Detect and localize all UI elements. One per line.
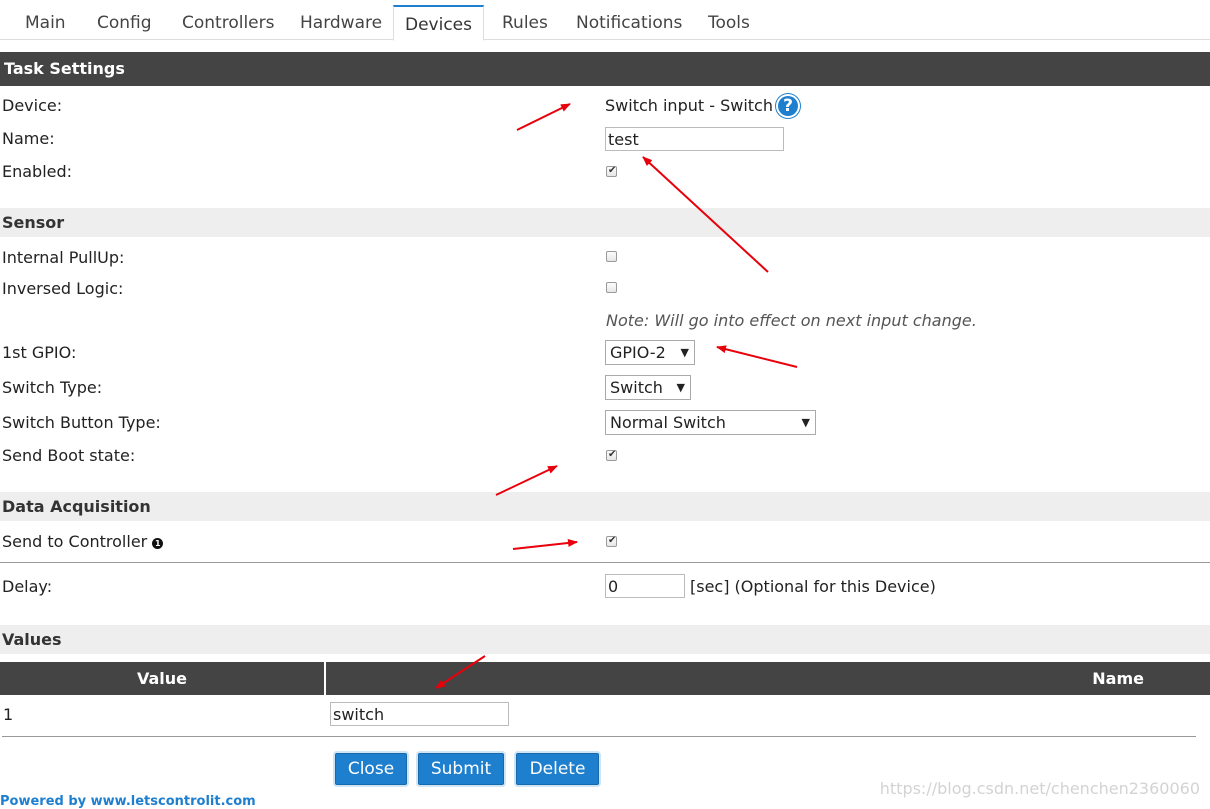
tab-bar: Main Config Controllers Hardware Devices… <box>0 0 1210 41</box>
enabled-checkbox[interactable]: ✔ <box>606 165 617 177</box>
tab-hardware[interactable]: Hardware <box>300 0 382 40</box>
tab-rules[interactable]: Rules <box>502 0 548 40</box>
gpio-select-value: GPIO-2 <box>610 343 666 362</box>
help-icon[interactable]: ? <box>776 94 800 118</box>
gpio-label: 1st GPIO: <box>2 343 77 362</box>
watermark: https://blog.csdn.net/chenchen2360060 <box>879 779 1200 798</box>
enabled-label: Enabled: <box>2 162 73 181</box>
chevron-down-icon: ▼ <box>801 416 810 429</box>
name-label: Name: <box>2 129 55 148</box>
send-boot-state-label: Send Boot state: <box>2 446 136 465</box>
device-value: Switch input - Switch <box>605 96 773 115</box>
name-column-header: Name <box>326 662 1210 695</box>
tab-config[interactable]: Config <box>97 0 152 40</box>
device-label: Device: <box>2 96 63 115</box>
delete-button[interactable]: Delete <box>516 753 599 785</box>
tab-notifications[interactable]: Notifications <box>576 0 682 40</box>
submit-button[interactable]: Submit <box>418 753 504 785</box>
table-divider <box>2 736 1196 737</box>
delay-label: Delay: <box>2 577 53 596</box>
tab-controllers[interactable]: Controllers <box>182 0 274 40</box>
annotation-arrow-gpio <box>716 345 798 368</box>
switch-button-type-select-value: Normal Switch <box>610 413 726 432</box>
sensor-section-header: Sensor <box>0 208 1210 237</box>
name-input[interactable] <box>605 127 784 151</box>
annotation-arrow-boot-state <box>495 465 558 496</box>
inversed-logic-checkbox[interactable] <box>606 282 617 293</box>
inversed-logic-label: Inversed Logic: <box>2 279 124 298</box>
value-column-header: Value <box>0 662 324 695</box>
send-to-controller-text: Send to Controller <box>2 532 148 551</box>
tab-tools[interactable]: Tools <box>708 0 750 40</box>
footer-link[interactable]: Powered by www.letscontrolit.com <box>0 795 256 809</box>
values-section-header: Values <box>0 625 1210 654</box>
chevron-down-icon: ▼ <box>680 346 689 359</box>
data-acquisition-section-header: Data Acquisition <box>0 492 1210 521</box>
switch-button-type-label: Switch Button Type: <box>2 413 161 432</box>
tab-devices[interactable]: Devices <box>393 5 484 41</box>
info-icon[interactable]: 1 <box>152 538 164 549</box>
tab-main[interactable]: Main <box>25 0 66 40</box>
divider <box>0 562 1210 563</box>
internal-pullup-label: Internal PullUp: <box>2 248 125 267</box>
switch-type-select[interactable]: Switch ▼ <box>605 375 691 400</box>
annotation-arrow-device <box>516 103 571 131</box>
chevron-down-icon: ▼ <box>676 381 685 394</box>
annotation-arrow-send-controller <box>512 539 578 550</box>
send-boot-state-checkbox[interactable]: ✔ <box>606 449 617 461</box>
switch-type-label: Switch Type: <box>2 378 103 397</box>
send-to-controller-label: Send to Controller 1 <box>2 532 164 552</box>
switch-type-select-value: Switch <box>610 378 663 397</box>
check-icon: ✔ <box>608 165 617 176</box>
check-icon: ✔ <box>608 535 617 546</box>
check-icon: ✔ <box>608 449 617 460</box>
switch-button-type-select[interactable]: Normal Switch ▼ <box>605 410 816 435</box>
delay-suffix: [sec] (Optional for this Device) <box>690 577 936 596</box>
note-text: Note: Will go into effect on next input … <box>606 311 977 330</box>
gpio-select[interactable]: GPIO-2 ▼ <box>605 340 695 365</box>
delay-input[interactable] <box>605 574 685 598</box>
value-cell: 1 <box>3 705 14 724</box>
internal-pullup-checkbox[interactable] <box>606 251 617 262</box>
value-name-input[interactable] <box>330 702 509 726</box>
task-settings-header: Task Settings <box>0 52 1210 86</box>
close-button[interactable]: Close <box>335 753 407 785</box>
send-to-controller-checkbox[interactable]: ✔ <box>606 535 617 547</box>
